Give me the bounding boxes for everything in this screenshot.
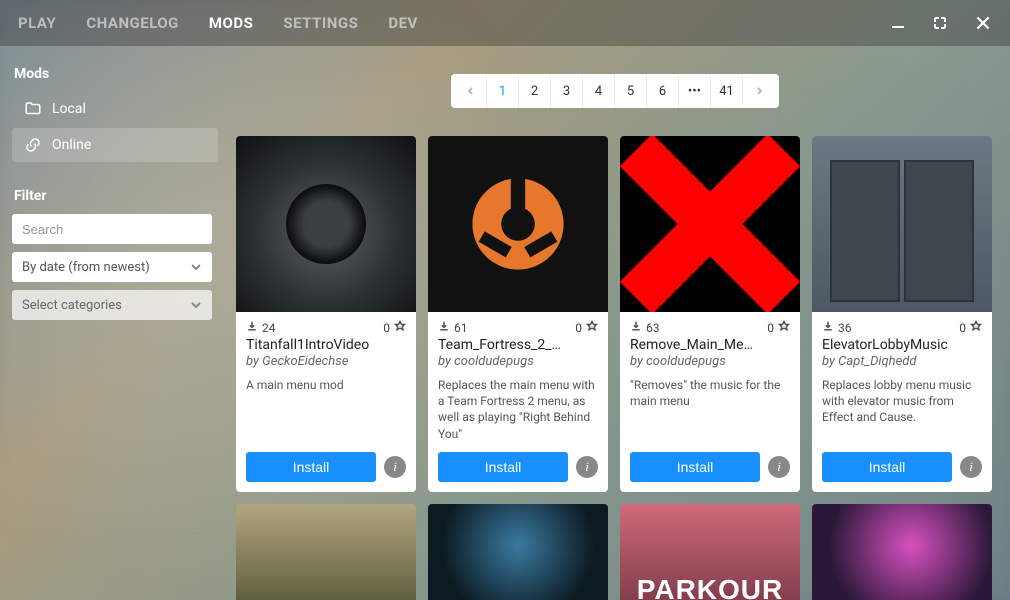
sidebar-item-local[interactable]: Local [12,92,218,126]
mod-author: by GeckoEidechse [246,354,406,369]
nav-changelog[interactable]: CHANGELOG [86,14,179,32]
download-icon [438,320,450,335]
page-3[interactable]: 3 [551,74,583,108]
star-count: 0 [767,321,774,335]
minimize-icon[interactable] [890,15,906,31]
info-icon[interactable]: i [960,456,982,478]
nav-settings[interactable]: SETTINGS [283,14,358,32]
page-prev[interactable] [455,74,487,108]
page-5[interactable]: 5 [615,74,647,108]
mod-thumbnail [620,136,800,312]
mod-description: "Removes" the music for the main menu [630,377,790,442]
mod-thumbnail [428,136,608,312]
mod-title: ElevatorLobbyMusic [822,337,982,353]
close-icon[interactable] [974,14,992,32]
mod-title: Titanfall1IntroVideo [246,337,406,353]
filter-section: Filter By date (from newest) Select cate… [12,188,218,320]
star-count: 0 [383,321,390,335]
mod-card: 61 0 Team_Fortress_2_… by cooldudepugs R… [428,136,608,492]
chevron-down-icon [190,261,202,273]
nav-play[interactable]: PLAY [18,14,56,32]
mod-title: Team_Fortress_2_… [438,337,598,353]
window-controls [890,14,992,32]
category-placeholder: Select categories [22,298,122,313]
sidebar-item-online[interactable]: Online [12,128,218,162]
page-6[interactable]: 6 [647,74,679,108]
nav-tabs: PLAY CHANGELOG MODS SETTINGS DEV [18,14,418,32]
category-select[interactable]: Select categories [12,290,212,320]
mod-cards: 24 0 Titanfall1IntroVideo by GeckoEidech… [236,136,994,492]
sidebar-item-label: Local [52,101,86,117]
star-icon [394,320,406,335]
star-count: 0 [575,321,582,335]
download-icon [246,320,258,335]
mod-thumbnail [236,136,416,312]
mod-thumbnail [812,504,992,600]
mod-thumbnail: PARKOUR [620,504,800,600]
nav-mods[interactable]: MODS [209,14,253,32]
install-button[interactable]: Install [630,452,760,482]
page-2[interactable]: 2 [519,74,551,108]
info-icon[interactable]: i [768,456,790,478]
sort-value: By date (from newest) [22,260,150,275]
download-count: 36 [838,321,852,335]
star-icon [970,320,982,335]
star-icon [778,320,790,335]
page-next[interactable] [743,74,775,108]
page-4[interactable]: 4 [583,74,615,108]
mod-card: 24 0 Titanfall1IntroVideo by GeckoEidech… [236,136,416,492]
main-content: 1 2 3 4 5 6 ••• 41 24 [230,46,1010,600]
download-count: 63 [646,321,660,335]
page-41[interactable]: 41 [711,74,743,108]
info-icon[interactable]: i [384,456,406,478]
sidebar: Mods Local Online Filter By date (from n… [0,46,230,600]
mod-author: by cooldudepugs [630,354,790,369]
mod-author: by cooldudepugs [438,354,598,369]
download-icon [630,320,642,335]
mod-stats: 36 0 [822,320,982,335]
titlebar: PLAY CHANGELOG MODS SETTINGS DEV [0,0,1010,46]
page-1[interactable]: 1 [487,74,519,108]
install-button[interactable]: Install [438,452,568,482]
star-count: 0 [959,321,966,335]
mod-description: A main menu mod [246,377,406,442]
sidebar-heading-filter: Filter [14,188,218,204]
mod-thumbnail [236,504,416,600]
pagination: 1 2 3 4 5 6 ••• 41 [451,74,779,108]
install-button[interactable]: Install [246,452,376,482]
download-icon [822,320,834,335]
sidebar-heading-mods: Mods [14,66,218,82]
folder-icon [24,100,42,118]
mod-description: Replaces the main menu with a Team Fortr… [438,377,598,442]
mod-thumbnail [428,504,608,600]
download-count: 61 [454,321,468,335]
nav-dev[interactable]: DEV [388,14,418,32]
sidebar-item-label: Online [52,137,91,153]
info-icon[interactable]: i [576,456,598,478]
maximize-icon[interactable] [932,15,948,31]
link-icon [24,136,42,154]
mod-cards-row2: PARKOUR [236,504,994,600]
download-count: 24 [262,321,276,335]
page-ellipsis[interactable]: ••• [679,74,711,108]
mod-author: by Capt_Diqhedd [822,354,982,369]
star-icon [586,320,598,335]
chevron-down-icon [190,299,202,311]
mod-thumbnail [812,136,992,312]
mod-title: Remove_Main_Me… [630,337,790,353]
sort-select[interactable]: By date (from newest) [12,252,212,282]
mod-description: Replaces lobby menu music with elevator … [822,377,982,442]
mod-card: 36 0 ElevatorLobbyMusic by Capt_Diqhedd … [812,136,992,492]
mod-stats: 24 0 [246,320,406,335]
search-input[interactable] [12,214,212,244]
install-button[interactable]: Install [822,452,952,482]
mod-stats: 63 0 [630,320,790,335]
mod-card: 63 0 Remove_Main_Me… by cooldudepugs "Re… [620,136,800,492]
mod-stats: 61 0 [438,320,598,335]
